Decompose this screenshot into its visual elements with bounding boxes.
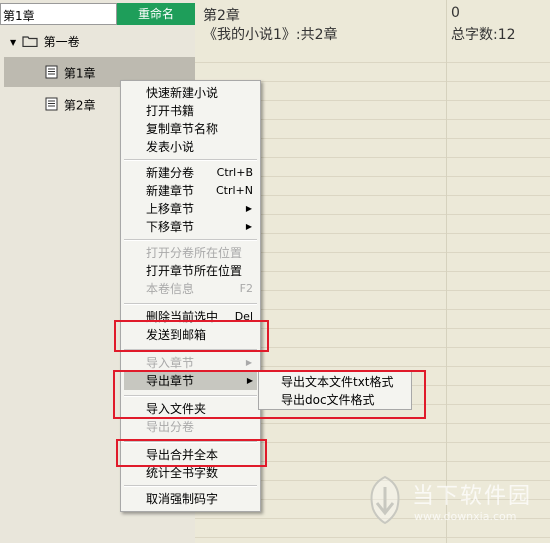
menu-item-move-chapter-up[interactable]: 上移章节 ▶ [146,200,256,218]
menu-item-open-chapter-location[interactable]: 打开章节所在位置 [146,262,256,280]
tree-item-chapter-2-label: 第2章 [63,98,96,113]
menu-item-new-volume[interactable]: 新建分卷 Ctrl+B [146,164,256,182]
menu-separator [124,485,257,487]
chapter-name-input[interactable]: 第1章 [0,3,117,25]
menu-item-open-book[interactable]: 打开书籍 [146,102,256,120]
menu-separator [124,303,257,305]
menu-item-export-volume: 导出分卷 [146,420,195,434]
highlight-export-full-book [116,439,267,467]
watermark: 当下软件园 www.downxia.com [362,470,550,543]
word-count: 总字数:12 [451,27,516,43]
folder-icon [22,35,38,51]
menu-separator [124,239,257,241]
menu-separator [124,159,257,161]
document-icon [45,65,58,83]
menu-item-cancel-forced-typing[interactable]: 取消强制码字 [146,490,256,508]
menu-item-move-chapter-down[interactable]: 下移章节 ▶ [146,218,256,236]
tree-item-chapter-2[interactable]: 第2章 [45,97,95,115]
expand-chevron-icon[interactable]: ▼ [10,35,18,51]
menu-item-publish-novel[interactable]: 发表小说 [146,138,256,156]
tree-item-volume[interactable]: ▼ 第一卷 [10,34,80,51]
menu-item-copy-chapter-name[interactable]: 复制章节名称 [146,120,256,138]
shortcut-label: Ctrl+N [215,184,253,197]
highlight-send-to-email [114,320,269,352]
chapter-count-value: 0 [451,5,460,21]
watermark-url: www.downxia.com [414,510,517,523]
shortcut-label: F2 [239,282,253,295]
rename-button[interactable]: 重命名 [117,3,195,25]
document-icon [45,97,58,115]
tree-item-chapter-1-label: 第1章 [63,66,96,81]
menu-item-volume-info: 本卷信息 F2 [146,282,253,296]
watermark-logo-icon [367,475,403,528]
menu-item-open-volume-location: 打开分卷所在位置 [146,246,243,260]
submenu-arrow-icon: ▶ [245,204,252,213]
menu-item-quick-new-novel[interactable]: 快速新建小说 [146,84,256,102]
column-divider [446,0,447,543]
menu-item-new-chapter[interactable]: 新建章节 Ctrl+N [146,182,256,200]
shortcut-label: Ctrl+B [216,166,253,179]
submenu-arrow-icon: ▶ [245,222,252,231]
chapter-title: 第2章 [203,8,240,24]
tree-item-volume-label: 第一卷 [43,35,80,49]
highlight-export-chapter [113,370,426,419]
book-info: 《我的小说1》:共2章 [203,27,338,43]
watermark-title: 当下软件园 [412,484,533,509]
